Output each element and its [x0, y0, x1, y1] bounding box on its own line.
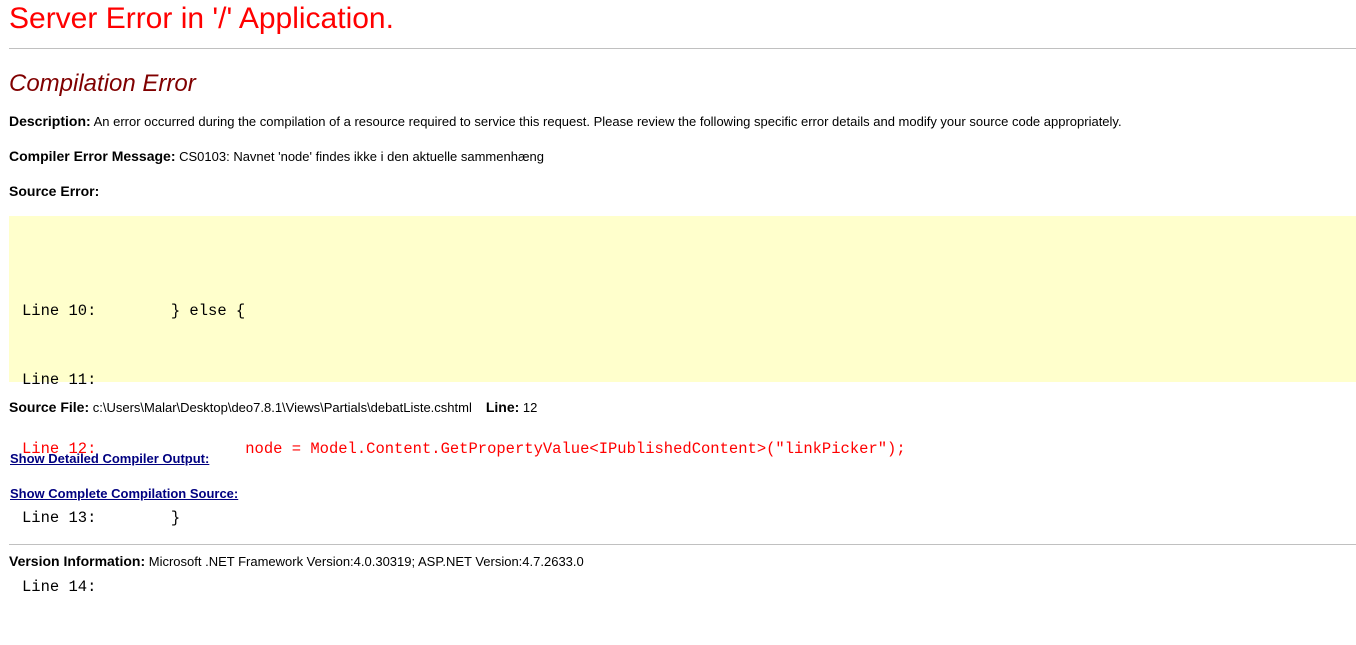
description-label: Description: — [9, 113, 91, 129]
top-divider — [9, 48, 1356, 49]
code-line: Line 13: } — [22, 509, 181, 527]
code-line: Line 11: — [22, 371, 97, 389]
source-error-label: Source Error: — [9, 183, 100, 199]
code-line: Line 14: — [22, 578, 97, 596]
source-code-block: Line 10: } else { Line 11: Line 12: node… — [9, 216, 1356, 596]
line-label: Line: — [485, 399, 520, 415]
source-error-row: Source Error: — [9, 183, 1356, 200]
description-row: Description: An error occurred during th… — [9, 113, 1356, 130]
source-file-row: Source File: c:\Users\Malar\Desktop\deo7… — [9, 399, 1356, 416]
version-info-row: Version Information: Microsoft .NET Fram… — [9, 553, 1356, 570]
line-number: 12 — [519, 400, 538, 415]
compiler-message-label: Compiler Error Message: — [9, 148, 176, 164]
error-type-heading: Compilation Error — [9, 70, 196, 97]
show-detailed-compiler-output-link[interactable]: Show Detailed Compiler Output: — [10, 451, 209, 466]
bottom-divider — [9, 544, 1356, 545]
description-text: An error occurred during the compilation… — [90, 114, 1122, 129]
code-line: Line 10: } else { — [22, 302, 246, 320]
compiler-message-text: CS0103: Navnet 'node' findes ikke i den … — [175, 149, 544, 164]
source-file-label: Source File: — [9, 399, 90, 415]
compiler-message-row: Compiler Error Message: CS0103: Navnet '… — [9, 148, 1356, 165]
version-text: Microsoft .NET Framework Version:4.0.303… — [145, 554, 584, 569]
show-complete-compilation-source-link[interactable]: Show Complete Compilation Source: — [10, 486, 238, 501]
source-file-path: c:\Users\Malar\Desktop\deo7.8.1\Views\Pa… — [89, 400, 472, 415]
version-label: Version Information: — [9, 553, 146, 569]
error-page: Server Error in '/' Application. Compila… — [0, 0, 1356, 596]
page-title: Server Error in '/' Application. — [9, 2, 394, 35]
